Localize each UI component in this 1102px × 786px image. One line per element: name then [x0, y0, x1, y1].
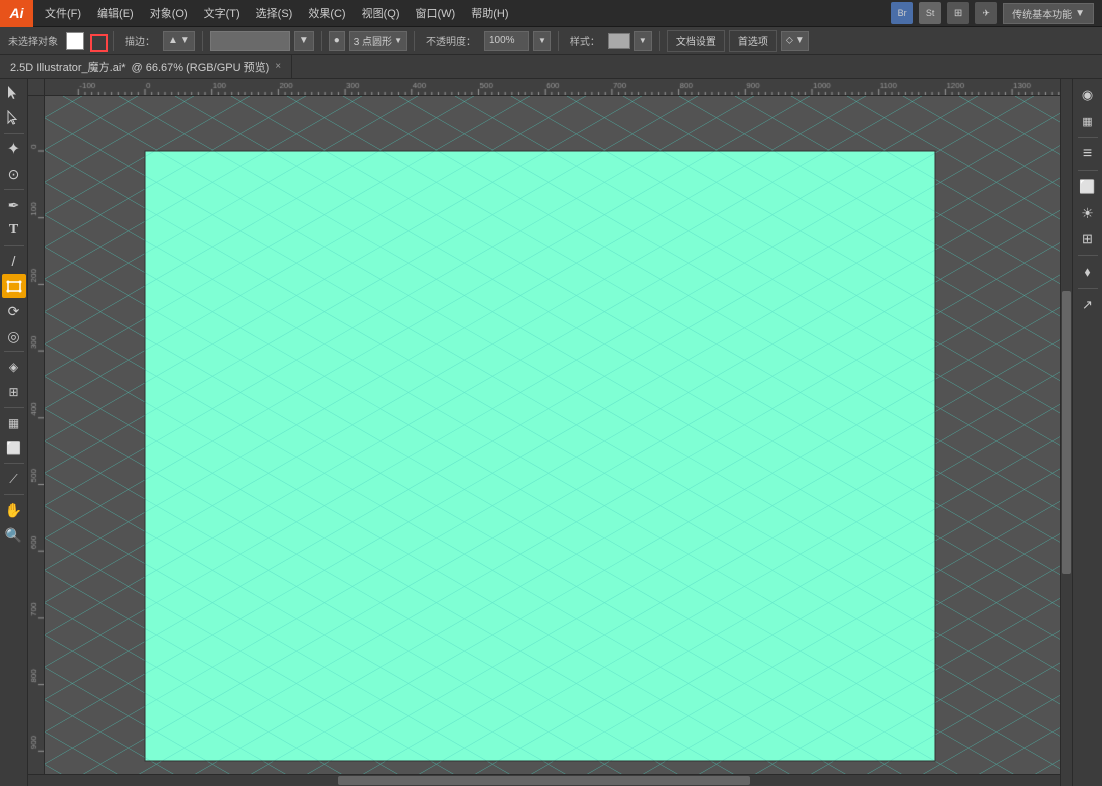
preferences-button[interactable]: 首选项 — [729, 30, 777, 52]
vertical-scroll-thumb[interactable] — [1062, 291, 1071, 574]
menu-object[interactable]: 对象(O) — [142, 0, 196, 27]
appearance-panel-btn[interactable]: ≡ — [1076, 142, 1100, 166]
export-panel-btn[interactable]: ↗ — [1076, 293, 1100, 317]
menu-select[interactable]: 选择(S) — [248, 0, 301, 27]
stroke-label: 描边： — [121, 33, 159, 48]
line-tool[interactable]: / — [2, 249, 26, 273]
menu-edit[interactable]: 编辑(E) — [89, 0, 142, 27]
zoom-tool[interactable]: 🔍 — [2, 523, 26, 547]
direct-selection-tool[interactable] — [2, 106, 26, 130]
opacity-label: 不透明度： — [422, 33, 480, 48]
tool-separator-2 — [4, 189, 24, 190]
symbol-sprayer-tool[interactable]: ⊞ — [2, 380, 26, 404]
transform-panel-btn[interactable]: ⬜ — [1076, 175, 1100, 199]
tab-subtitle: @ 66.67% (RGB/GPU 预览) — [132, 59, 270, 75]
style-dropdown[interactable]: ▼ — [634, 31, 652, 51]
stroke-value-input[interactable] — [210, 31, 290, 51]
stroke-dropdown[interactable]: ▼ — [294, 31, 314, 51]
selection-tool[interactable] — [2, 81, 26, 105]
divider-1 — [113, 31, 114, 51]
horizontal-scrollbar[interactable] — [28, 774, 1060, 786]
tool-separator-3 — [4, 245, 24, 246]
fill-swatch[interactable] — [66, 32, 84, 50]
pen-tool[interactable]: ✒ — [2, 193, 26, 217]
column-graph-tool[interactable]: ▦ — [2, 411, 26, 435]
menu-effect[interactable]: 效果(C) — [300, 0, 353, 27]
stock-icon[interactable]: St — [919, 2, 941, 24]
toolbar: 未选择对象 描边： ▲ ▼ ▼ ● 3 点圆形 ▼ 不透明度： 100% ▼ 样… — [0, 27, 1102, 55]
tool-separator-6 — [4, 463, 24, 464]
divider-3 — [321, 31, 322, 51]
menu-items: 文件(F) 编辑(E) 对象(O) 文字(T) 选择(S) 效果(C) 视图(Q… — [33, 0, 891, 27]
stroke-indicator[interactable] — [88, 32, 106, 50]
ruler-corner — [28, 79, 45, 96]
ruler-top — [45, 79, 1072, 96]
paintbrush-tool[interactable]: ⟳ — [2, 299, 26, 323]
menu-help[interactable]: 帮助(H) — [463, 0, 516, 27]
tool-separator-7 — [4, 494, 24, 495]
right-panel: ◉ ▦ ≡ ⬜ ☀ ⊞ ⬧ ↗ — [1072, 79, 1102, 786]
app-logo: Ai — [0, 0, 33, 27]
canvas-area[interactable] — [28, 79, 1072, 786]
gradient-panel-btn[interactable]: ▦ — [1076, 109, 1100, 133]
vertical-scrollbar[interactable] — [1060, 79, 1072, 786]
bridge-icon[interactable]: Br — [891, 2, 913, 24]
rectangle-tool[interactable] — [2, 274, 26, 298]
arrangement-dropdown[interactable]: ⬦ ▼ — [781, 31, 809, 51]
rotate-tool[interactable]: ◎ — [2, 324, 26, 348]
menu-view[interactable]: 视图(Q) — [354, 0, 408, 27]
layers-panel-btn[interactable]: ⬧ — [1076, 260, 1100, 284]
main-layout: ✦ ⊙ ✒ T / ⟳ — [0, 79, 1102, 786]
tool-separator-5 — [4, 407, 24, 408]
panel-separator-4 — [1078, 288, 1098, 289]
canvas-viewport[interactable] — [45, 96, 1072, 786]
type-tool[interactable]: T — [2, 218, 26, 242]
panel-separator-1 — [1078, 137, 1098, 138]
opacity-input[interactable]: 100% — [484, 31, 529, 51]
width-tool[interactable]: ◈ — [2, 355, 26, 379]
ruler-left-canvas — [28, 96, 45, 786]
style-swatch[interactable] — [608, 33, 630, 49]
menu-window[interactable]: 窗口(W) — [408, 0, 464, 27]
tab-title: 2.5D Illustrator_魔方.ai* — [10, 59, 126, 75]
tabbar: 2.5D Illustrator_魔方.ai* @ 66.67% (RGB/GP… — [0, 55, 1102, 79]
doc-settings-button[interactable]: 文档设置 — [667, 30, 725, 52]
divider-2 — [202, 31, 203, 51]
opacity-dropdown[interactable]: ▼ — [533, 31, 551, 51]
tab-item-active[interactable]: 2.5D Illustrator_魔方.ai* @ 66.67% (RGB/GP… — [0, 55, 292, 78]
pathfinder-panel-btn[interactable]: ⊞ — [1076, 227, 1100, 251]
panel-separator-2 — [1078, 170, 1098, 171]
horizontal-scroll-thumb[interactable] — [338, 776, 751, 785]
stroke-select[interactable]: ▲ ▼ — [163, 31, 195, 51]
divider-5 — [558, 31, 559, 51]
divider-6 — [659, 31, 660, 51]
point-value[interactable]: ● — [329, 31, 345, 51]
iso-grid-svg — [45, 96, 1072, 786]
no-selection-label: 未选择对象 — [4, 33, 62, 48]
menu-type[interactable]: 文字(T) — [196, 0, 248, 27]
left-toolbar: ✦ ⊙ ✒ T / ⟳ — [0, 79, 28, 786]
menu-right: Br St ⊞ ✈ 传统基本功能 ▼ — [891, 2, 1102, 24]
grid-icon[interactable]: ⊞ — [947, 2, 969, 24]
divider-4 — [414, 31, 415, 51]
menubar: Ai 文件(F) 编辑(E) 对象(O) 文字(T) 选择(S) 效果(C) 视… — [0, 0, 1102, 27]
panel-separator-3 — [1078, 255, 1098, 256]
tool-separator-1 — [4, 133, 24, 134]
style-label: 样式： — [566, 33, 604, 48]
hand-tool[interactable]: ✋ — [2, 498, 26, 522]
artboard-tool[interactable]: ⬜ — [2, 436, 26, 460]
ruler-top-canvas — [45, 79, 1072, 96]
lasso-tool[interactable]: ⊙ — [2, 162, 26, 186]
menu-file[interactable]: 文件(F) — [37, 0, 89, 27]
tab-close-button[interactable]: × — [275, 61, 281, 72]
workspace-button[interactable]: 传统基本功能 ▼ — [1003, 3, 1094, 24]
tool-separator-4 — [4, 351, 24, 352]
ruler-left — [28, 96, 45, 786]
slice-tool[interactable]: ⟋ — [2, 467, 26, 491]
share-icon[interactable]: ✈ — [975, 2, 997, 24]
color-panel-btn[interactable]: ◉ — [1076, 83, 1100, 107]
align-panel-btn[interactable]: ☀ — [1076, 201, 1100, 225]
brush-select[interactable]: 3 点圆形 ▼ — [349, 31, 407, 51]
magic-wand-tool[interactable]: ✦ — [2, 137, 26, 161]
